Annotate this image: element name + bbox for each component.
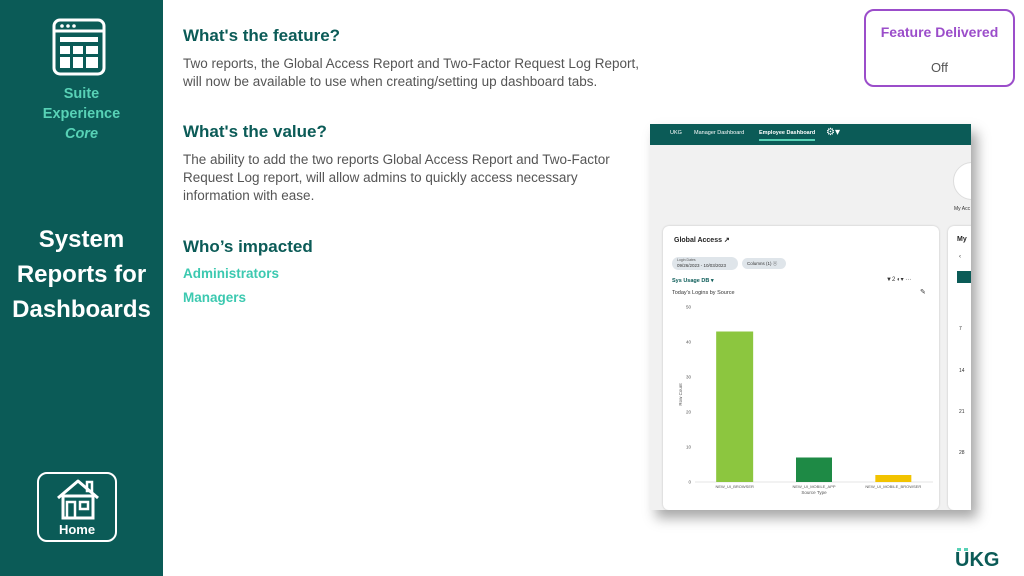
y-tick-label: 30 — [686, 375, 692, 380]
login-dates-value: 09/26/2023 - 10/03/2023 — [677, 263, 727, 268]
calendar-day: 28 — [959, 450, 965, 456]
calendar-day: 7 — [959, 326, 962, 332]
bar-new-ui-mobile-app — [796, 457, 832, 482]
logins-bar-chart: 0 10 20 30 40 50 NEW_UI_BROWSER NEW_UI_MOBILE_A… — [678, 305, 933, 495]
home-label: Home — [58, 522, 96, 537]
columns-label: Columns (1) ⓧ — [747, 261, 778, 266]
gear-icon[interactable]: ⚙▾ — [826, 127, 840, 138]
page-title: System Reports for Dashboards — [12, 226, 151, 323]
feature-delivered-value: Off — [930, 60, 949, 75]
value-text: The ability to add the two reports Globa… — [183, 152, 610, 203]
impacted-heading: Who’s impacted — [183, 237, 313, 256]
tab-ukg[interactable]: UKG — [670, 130, 682, 136]
card2-title: My — [957, 236, 967, 243]
suite-experience-label: Suite Experience Core — [42, 86, 121, 142]
home-button[interactable]: Home — [37, 472, 117, 542]
y-tick-label: 10 — [686, 445, 692, 450]
logo-text: UKG — [955, 549, 999, 570]
global-access-card: Global Access ↗ Login Dates 09/26/2023 -… — [663, 226, 939, 510]
y-axis-label: Row Count — [678, 383, 683, 406]
my-calendar-card: My ‹ 7 14 21 28 — [948, 226, 971, 510]
sys-usage-dropdown[interactable]: Sys Usage DB ▾ — [672, 278, 714, 284]
ukg-logo: UKG — [955, 548, 999, 570]
login-dates-label: Login Dates — [677, 258, 696, 262]
avatar[interactable] — [953, 162, 971, 200]
home-icon — [57, 479, 99, 520]
value-heading: What's the value? — [183, 122, 327, 141]
card-tools[interactable]: ▼2 ◐▾ ··· — [886, 276, 911, 283]
y-tick-label: 50 — [686, 305, 692, 310]
calendar-day: 14 — [959, 368, 965, 374]
x-tick-label: NEW_UI_MOBILE_APP — [792, 484, 835, 489]
avatar-label: My Acc — [954, 206, 971, 212]
dashboard-window-icon — [52, 18, 106, 76]
dashboard-screenshot: UKG Manager Dashboard Employee Dashboard… — [650, 124, 971, 510]
feature-delivered-box: Feature Delivered Off — [864, 9, 1015, 87]
calendar-day: 21 — [959, 409, 965, 415]
sidebar: Suite Experience Core System Reports for… — [0, 0, 163, 576]
feature-text: Two reports, the Global Access Report an… — [183, 56, 639, 89]
bar-new-ui-browser — [716, 331, 754, 482]
chevron-left-icon[interactable]: ‹ — [959, 254, 961, 260]
y-tick-label: 40 — [686, 340, 692, 345]
impacted-managers: Managers — [183, 290, 247, 305]
y-tick-label: 20 — [686, 410, 692, 415]
dashboard-topbar: UKG Manager Dashboard Employee Dashboard… — [650, 124, 971, 145]
feature-heading: What's the feature? — [183, 26, 341, 45]
x-tick-label: NEW_UI_MOBILE_BROWSER — [865, 484, 921, 489]
tab-manager-dashboard[interactable]: Manager Dashboard — [694, 130, 744, 136]
edit-icon[interactable]: ✎ — [920, 288, 926, 296]
calendar-header-bar — [957, 271, 971, 283]
x-axis-label: Source Type — [801, 490, 827, 495]
tab-employee-dashboard[interactable]: Employee Dashboard — [759, 130, 816, 141]
x-tick-label: NEW_UI_BROWSER — [715, 484, 754, 489]
card-title[interactable]: Global Access ↗ — [674, 236, 730, 244]
login-dates-filter[interactable]: Login Dates 09/26/2023 - 10/03/2023 — [672, 257, 738, 270]
y-tick-label: 0 — [688, 480, 691, 485]
columns-filter[interactable]: Columns (1) ⓧ — [742, 258, 786, 269]
impacted-administrators: Administrators — [183, 266, 280, 281]
feature-delivered-label: Feature Delivered — [880, 24, 999, 40]
bar-new-ui-mobile-browser — [875, 475, 912, 482]
